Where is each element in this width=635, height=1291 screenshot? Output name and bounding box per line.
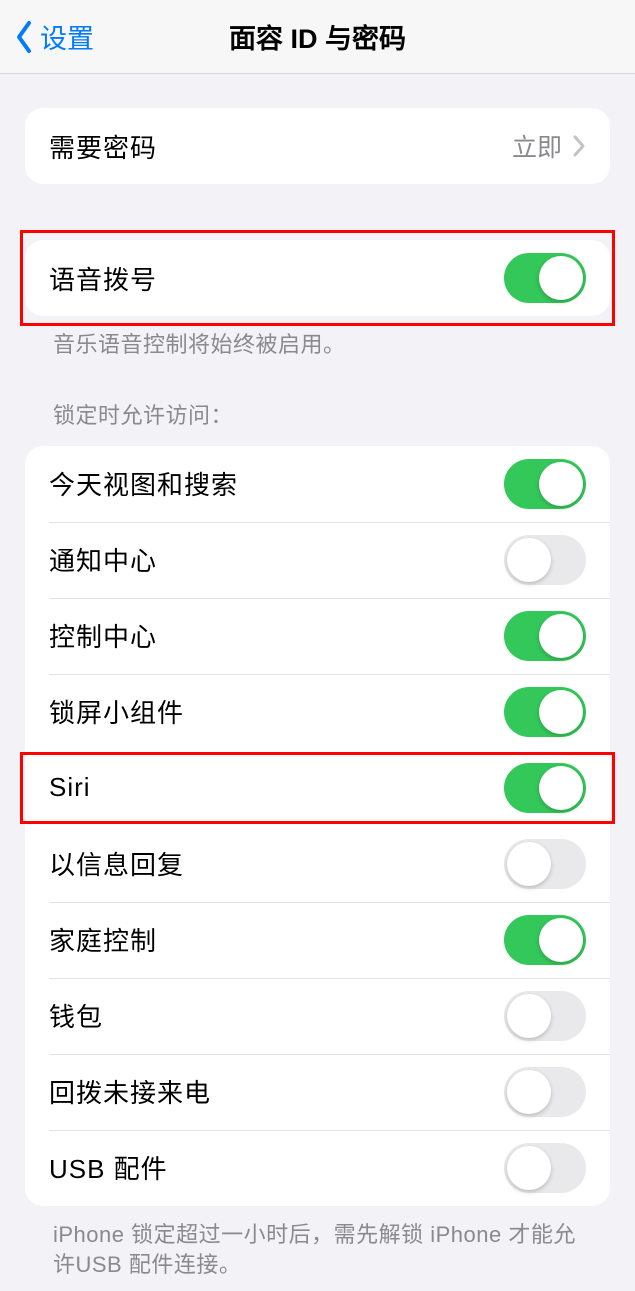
chevron-left-icon [14, 20, 34, 54]
locked-access-group: 今天视图和搜索通知中心控制中心锁屏小组件 Siri 以信息回复家庭控制钱包回拨未接来… [25, 446, 610, 1206]
locked-access-row: 控制中心 [25, 598, 610, 674]
voice-dial-footer: 音乐语音控制将始终被启用。 [25, 316, 610, 371]
locked-access-toggle[interactable] [504, 687, 586, 737]
require-passcode-group: 需要密码 立即 [25, 108, 610, 184]
locked-access-row: USB 配件 [25, 1130, 610, 1206]
locked-access-row: 以信息回复 [25, 826, 610, 902]
require-passcode-row[interactable]: 需要密码 立即 [25, 108, 610, 184]
locked-access-toggle[interactable] [504, 611, 586, 661]
voice-dial-group: 语音拨号 [25, 240, 610, 316]
voice-dial-toggle[interactable] [504, 253, 586, 303]
locked-access-toggle[interactable] [504, 839, 586, 889]
locked-access-toggle[interactable] [504, 991, 586, 1041]
chevron-right-icon [572, 134, 586, 158]
locked-access-item-label: USB 配件 [49, 1149, 168, 1186]
locked-access-row: 今天视图和搜索 [25, 446, 610, 522]
locked-access-toggle[interactable] [504, 459, 586, 509]
voice-dial-label: 语音拨号 [49, 260, 157, 297]
require-passcode-value: 立即 [512, 128, 562, 164]
voice-dial-row: 语音拨号 [25, 240, 610, 316]
locked-access-row: 钱包 [25, 978, 610, 1054]
locked-access-row: 回拨未接来电 [25, 1054, 610, 1130]
locked-access-item-label: 钱包 [49, 997, 103, 1034]
locked-access-item-label: Siri [49, 772, 91, 803]
locked-access-toggle[interactable] [504, 915, 586, 965]
back-button[interactable]: 设置 [14, 17, 94, 56]
locked-access-item-label: 今天视图和搜索 [49, 465, 238, 502]
locked-access-toggle[interactable] [504, 1067, 586, 1117]
locked-access-item-label: 家庭控制 [49, 921, 157, 958]
locked-access-row: 锁屏小组件 [25, 674, 610, 750]
locked-access-header: 锁定时允许访问： [25, 371, 610, 446]
locked-access-row: 家庭控制 [25, 902, 610, 978]
locked-access-item-label: 通知中心 [49, 541, 157, 578]
locked-access-item-label: 锁屏小组件 [49, 693, 184, 730]
locked-access-item-label: 以信息回复 [49, 845, 184, 882]
locked-access-toggle[interactable] [504, 535, 586, 585]
locked-access-toggle[interactable] [504, 1143, 586, 1193]
locked-access-footer: iPhone 锁定超过一小时后，需先解锁 iPhone 才能允许USB 配件连接… [25, 1206, 610, 1291]
locked-access-row: 通知中心 [25, 522, 610, 598]
locked-access-toggle[interactable] [504, 763, 586, 813]
locked-access-row: Siri [25, 750, 610, 826]
locked-access-item-label: 控制中心 [49, 617, 157, 654]
locked-access-item-label: 回拨未接来电 [49, 1073, 211, 1110]
require-passcode-label: 需要密码 [49, 128, 157, 165]
page-title: 面容 ID 与密码 [0, 17, 635, 56]
header-bar: 设置 面容 ID 与密码 [0, 0, 635, 74]
back-label: 设置 [40, 17, 94, 56]
content: 需要密码 立即 语音拨号 音乐语音控制将始终被启用。 锁定时允许访问： 今天视图… [0, 74, 635, 1291]
